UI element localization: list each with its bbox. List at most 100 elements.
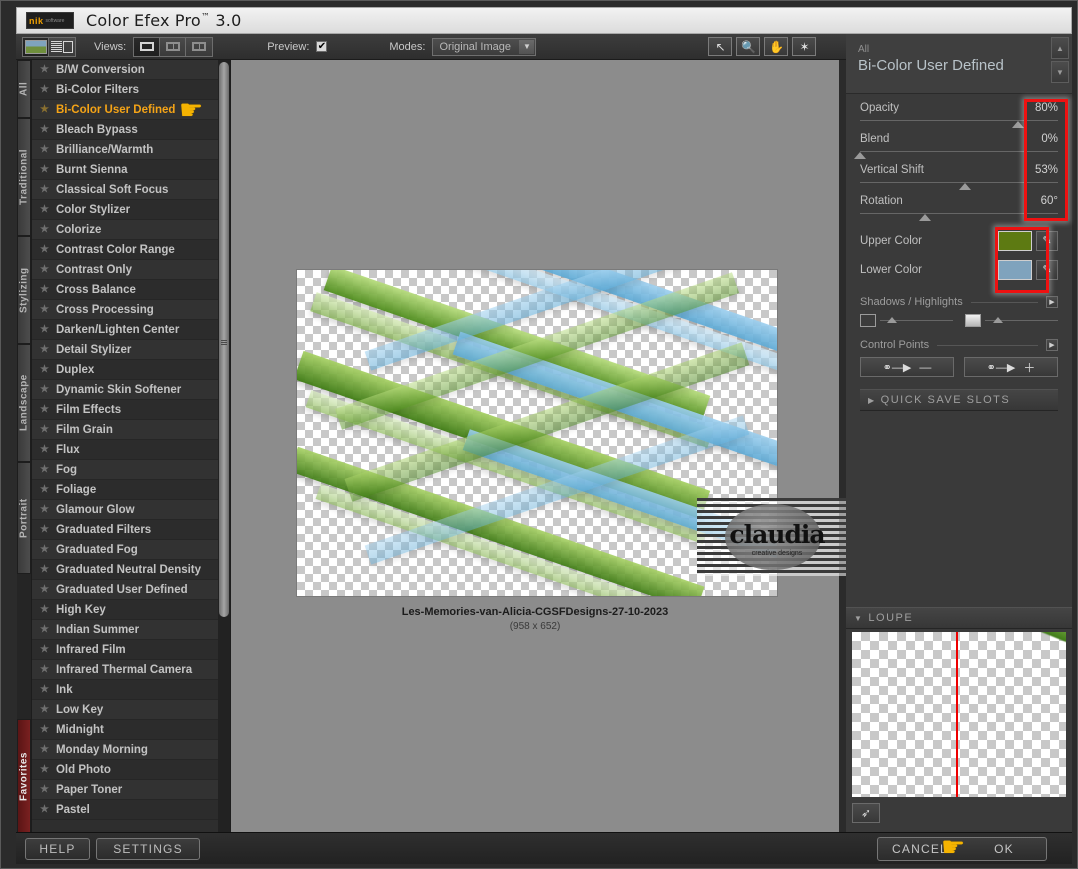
favorite-star-icon[interactable]: ★ bbox=[40, 284, 49, 295]
favorite-star-icon[interactable]: ★ bbox=[40, 644, 49, 655]
add-control-point-button[interactable]: ⚭—▶ ＋ bbox=[964, 357, 1058, 377]
filter-list-item[interactable]: ★ Paper Toner bbox=[32, 780, 218, 800]
favorite-star-icon[interactable]: ★ bbox=[40, 184, 49, 195]
favorite-star-icon[interactable]: ★ bbox=[40, 364, 49, 375]
zoom-tool-icon[interactable]: 🔍 bbox=[736, 37, 761, 56]
favorite-star-icon[interactable]: ★ bbox=[40, 604, 49, 615]
stepper-up-icon[interactable]: ▲ bbox=[1051, 37, 1069, 59]
cancel-button[interactable]: CANCEL bbox=[878, 838, 962, 860]
filter-list-item[interactable]: ★ Graduated User Defined bbox=[32, 580, 218, 600]
filter-list-item[interactable]: ★ Monday Morning bbox=[32, 740, 218, 760]
slider-rotation[interactable]: Rotation 60° bbox=[860, 195, 1058, 223]
favorite-star-icon[interactable]: ★ bbox=[40, 804, 49, 815]
favorite-star-icon[interactable]: ★ bbox=[40, 444, 49, 455]
category-tab-portrait[interactable]: Portrait bbox=[17, 462, 31, 574]
favorite-star-icon[interactable]: ★ bbox=[40, 704, 49, 715]
slider-track[interactable] bbox=[854, 151, 1058, 159]
category-tab-stylizing[interactable]: Stylizing bbox=[17, 236, 31, 344]
filter-list-item[interactable]: ★ Bi-Color User Defined bbox=[32, 100, 218, 120]
filter-list-item[interactable]: ★ Duplex bbox=[32, 360, 218, 380]
filter-list[interactable]: ★ B/W Conversion ★ Bi-Color Filters ★ Bi-Colo… bbox=[31, 60, 218, 832]
filter-list-item[interactable]: ★ Graduated Filters bbox=[32, 520, 218, 540]
favorite-star-icon[interactable]: ★ bbox=[40, 764, 49, 775]
favorite-star-icon[interactable]: ★ bbox=[40, 424, 49, 435]
slider-handle[interactable] bbox=[854, 152, 866, 159]
category-tab-all[interactable]: All bbox=[17, 60, 31, 118]
slider-opacity[interactable]: Opacity 80% bbox=[860, 102, 1058, 130]
shadow-slider[interactable] bbox=[860, 314, 953, 327]
favorite-star-icon[interactable]: ★ bbox=[40, 164, 49, 175]
favorite-star-icon[interactable]: ★ bbox=[40, 344, 49, 355]
favorite-star-icon[interactable]: ★ bbox=[40, 484, 49, 495]
chevron-down-icon[interactable]: ▼ bbox=[519, 39, 535, 54]
category-tab-traditional[interactable]: Traditional bbox=[17, 118, 31, 236]
favorite-star-icon[interactable]: ★ bbox=[40, 744, 49, 755]
views-button-group[interactable] bbox=[133, 36, 214, 57]
filter-list-item[interactable]: ★ Brilliance/Warmth bbox=[32, 140, 218, 160]
loupe-preview[interactable] bbox=[852, 632, 1066, 797]
filter-list-item[interactable]: ★ Indian Summer bbox=[32, 620, 218, 640]
preview-checkbox[interactable]: ✔ bbox=[316, 41, 328, 52]
favorite-star-icon[interactable]: ★ bbox=[40, 224, 49, 235]
filter-list-item[interactable]: ★ Flux bbox=[32, 440, 218, 460]
view-mode-group[interactable] bbox=[22, 36, 76, 57]
filter-list-item[interactable]: ★ Fog bbox=[32, 460, 218, 480]
ok-button[interactable]: OK bbox=[962, 838, 1046, 860]
color-swatch[interactable] bbox=[998, 230, 1032, 251]
image-canvas[interactable]: claudia creative designs Les-Memories-va… bbox=[230, 60, 857, 832]
filter-list-item[interactable]: ★ High Key bbox=[32, 600, 218, 620]
loupe-section-header[interactable]: ▼ LOUPE bbox=[846, 607, 1072, 629]
favorite-star-icon[interactable]: ★ bbox=[40, 324, 49, 335]
stepper-down-icon[interactable]: ▼ bbox=[1051, 61, 1069, 83]
filter-list-item[interactable]: ★ Cross Processing bbox=[32, 300, 218, 320]
slider-track[interactable] bbox=[860, 213, 1058, 221]
favorite-star-icon[interactable]: ★ bbox=[40, 404, 49, 415]
filter-list-item[interactable]: ★ Ink bbox=[32, 680, 218, 700]
loupe-pin-icon[interactable]: ➶ bbox=[852, 803, 880, 823]
filter-list-item[interactable]: ★ B/W Conversion bbox=[32, 60, 218, 80]
favorite-star-icon[interactable]: ★ bbox=[40, 624, 49, 635]
favorite-star-icon[interactable]: ★ bbox=[40, 204, 49, 215]
filter-list-item[interactable]: ★ Film Effects bbox=[32, 400, 218, 420]
filter-stepper[interactable]: ▲ ▼ bbox=[1051, 37, 1069, 83]
favorite-star-icon[interactable]: ★ bbox=[40, 584, 49, 595]
pan-tool-icon[interactable]: ✋ bbox=[764, 37, 789, 56]
favorite-star-icon[interactable]: ★ bbox=[40, 784, 49, 795]
filter-list-scrollbar[interactable] bbox=[218, 60, 230, 832]
favorite-star-icon[interactable]: ★ bbox=[40, 64, 49, 75]
help-button[interactable]: HELP bbox=[25, 838, 90, 860]
shadow-track[interactable] bbox=[880, 317, 953, 323]
eyedropper-icon[interactable]: ✎ bbox=[1036, 259, 1058, 280]
slider-handle[interactable] bbox=[958, 183, 971, 190]
filter-list-item[interactable]: ★ Color Stylizer bbox=[32, 200, 218, 220]
color-swatch[interactable] bbox=[998, 259, 1032, 280]
list-view-icon[interactable] bbox=[49, 37, 75, 56]
favorite-star-icon[interactable]: ★ bbox=[40, 244, 49, 255]
eyedropper-icon[interactable]: ✎ bbox=[1036, 230, 1058, 251]
filter-list-item[interactable]: ★ Contrast Only bbox=[32, 260, 218, 280]
filter-list-item[interactable]: ★ Midnight bbox=[32, 720, 218, 740]
favorite-star-icon[interactable]: ★ bbox=[40, 264, 49, 275]
slider-handle[interactable] bbox=[919, 214, 932, 221]
favorite-star-icon[interactable]: ★ bbox=[40, 724, 49, 735]
favorite-star-icon[interactable]: ★ bbox=[40, 524, 49, 535]
slider-track[interactable] bbox=[860, 120, 1058, 128]
favorite-star-icon[interactable]: ★ bbox=[40, 504, 49, 515]
highlight-handle[interactable] bbox=[993, 317, 1004, 323]
filter-list-item[interactable]: ★ Graduated Neutral Density bbox=[32, 560, 218, 580]
chevron-down-icon[interactable]: ▼ bbox=[854, 614, 863, 623]
favorite-star-icon[interactable]: ★ bbox=[40, 104, 49, 115]
filter-list-item[interactable]: ★ Infrared Film bbox=[32, 640, 218, 660]
favorite-star-icon[interactable]: ★ bbox=[40, 664, 49, 675]
shadow-handle[interactable] bbox=[886, 317, 897, 323]
image-thumbnail-icon[interactable] bbox=[23, 37, 49, 56]
scrollbar-thumb[interactable] bbox=[219, 62, 229, 617]
filter-list-item[interactable]: ★ Graduated Fog bbox=[32, 540, 218, 560]
filter-list-item[interactable]: ★ Foliage bbox=[32, 480, 218, 500]
filter-list-item[interactable]: ★ Contrast Color Range bbox=[32, 240, 218, 260]
favorite-star-icon[interactable]: ★ bbox=[40, 304, 49, 315]
settings-button[interactable]: SETTINGS bbox=[96, 838, 200, 860]
side-by-side-view-button[interactable] bbox=[186, 37, 213, 56]
favorite-star-icon[interactable]: ★ bbox=[40, 144, 49, 155]
filter-list-item[interactable]: ★ Bi-Color Filters bbox=[32, 80, 218, 100]
